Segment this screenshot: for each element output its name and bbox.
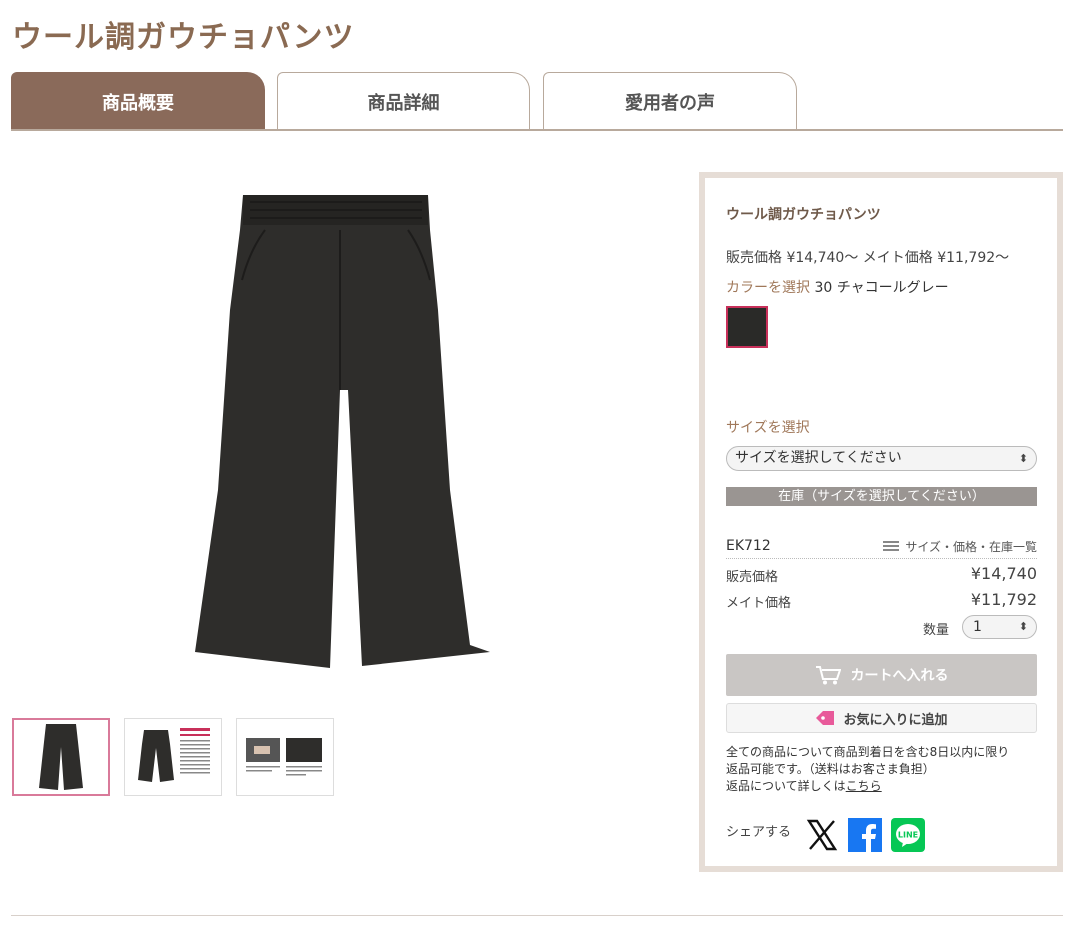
tab-reviews[interactable]: 愛用者の声 xyxy=(543,72,797,130)
tab-baseline xyxy=(11,129,1063,131)
return-policy-link[interactable]: こちら xyxy=(846,779,882,793)
color-value: 30 チャコールグレー xyxy=(814,280,949,296)
return-policy-line-1: 全ての商品について商品到着日を含む8日以内に限り xyxy=(726,745,1010,759)
product-name: ウール調ガウチョパンツ xyxy=(726,207,881,223)
size-select-value: サイズを選択してください xyxy=(735,450,902,466)
chevron-updown-icon: ⬍ xyxy=(1018,452,1028,465)
sale-price-row: 販売価格 ¥14,740 xyxy=(726,564,1037,585)
add-to-favorites-label: お気に入りに追加 xyxy=(843,712,948,728)
thumbnail-detail[interactable] xyxy=(124,718,222,796)
tab-overview[interactable]: 商品概要 xyxy=(11,72,265,131)
add-to-cart-button[interactable]: カートへ入れる xyxy=(726,654,1037,696)
add-to-favorites-button[interactable]: お気に入りに追加 xyxy=(726,703,1037,733)
line-icon[interactable]: LINE xyxy=(891,818,926,852)
sale-price-label: 販売価格 xyxy=(726,570,779,585)
list-icon xyxy=(883,541,900,552)
thumbnail-detail-image xyxy=(138,728,210,782)
price-summary: 販売価格 ¥14,740〜 メイト価格 ¥11,792〜 xyxy=(726,250,1010,266)
size-list-label: サイズ・価格・在庫一覧 xyxy=(905,540,1037,554)
quantity-value: 1 xyxy=(973,619,982,635)
product-code: EK712 xyxy=(726,538,771,554)
size-select[interactable]: サイズを選択してください ⬍ xyxy=(726,446,1037,471)
return-policy: 全ての商品について商品到着日を含む8日以内に限り 返品可能です。（送料はお客さま… xyxy=(726,744,1037,795)
cart-icon xyxy=(815,666,841,685)
thumbnail-closeup[interactable] xyxy=(236,718,334,796)
x-icon[interactable] xyxy=(805,818,839,852)
return-policy-line-3: 返品について詳しくはこちら xyxy=(726,778,1037,795)
facebook-icon[interactable] xyxy=(848,818,883,852)
chevron-updown-icon: ⬍ xyxy=(1018,620,1028,633)
mate-price-row: メイト価格 ¥11,792 xyxy=(726,590,1037,611)
thumbnail-strip xyxy=(12,718,334,796)
mate-price-value: ¥11,792 xyxy=(970,590,1037,609)
stock-status: 在庫（サイズを選択してください） xyxy=(726,487,1037,506)
quantity-select[interactable]: 1 ⬍ xyxy=(962,615,1037,639)
add-to-cart-label: カートへ入れる xyxy=(850,668,949,684)
sale-price-value: ¥14,740 xyxy=(970,564,1037,583)
return-policy-line-2: 返品可能です。（送料はお客さま負担） xyxy=(726,762,935,776)
size-list-link[interactable]: サイズ・価格・在庫一覧 xyxy=(883,538,1037,555)
share-row: シェアする LINE xyxy=(726,818,934,852)
color-line: カラーを選択 30 チャコールグレー xyxy=(726,277,949,297)
thumbnail-front[interactable] xyxy=(12,718,110,796)
product-main-image xyxy=(195,195,490,668)
thumbnail-pants-image xyxy=(39,724,83,790)
share-label: シェアする xyxy=(726,824,792,840)
page-title: ウール調ガウチョパンツ xyxy=(12,20,355,55)
tag-icon xyxy=(816,711,835,725)
tab-bar: 商品概要 商品詳細 愛用者の声 xyxy=(11,72,1063,131)
mate-price-label: メイト価格 xyxy=(726,596,792,611)
footer-divider xyxy=(11,915,1063,916)
purchase-panel: ウール調ガウチョパンツ 販売価格 ¥14,740〜 メイト価格 ¥11,792〜… xyxy=(699,172,1063,872)
color-swatch-charcoal[interactable] xyxy=(726,306,768,348)
code-row: EK712 サイズ・価格・在庫一覧 xyxy=(726,536,1037,559)
thumbnail-closeup-image xyxy=(246,738,322,776)
return-policy-line-3-text: 返品について詳しくは xyxy=(726,779,846,793)
size-label: サイズを選択 xyxy=(726,420,810,436)
svg-text:LINE: LINE xyxy=(898,831,918,840)
color-label: カラーを選択 xyxy=(726,280,810,296)
quantity-label: 数量 xyxy=(923,623,950,638)
tab-details[interactable]: 商品詳細 xyxy=(277,72,530,130)
